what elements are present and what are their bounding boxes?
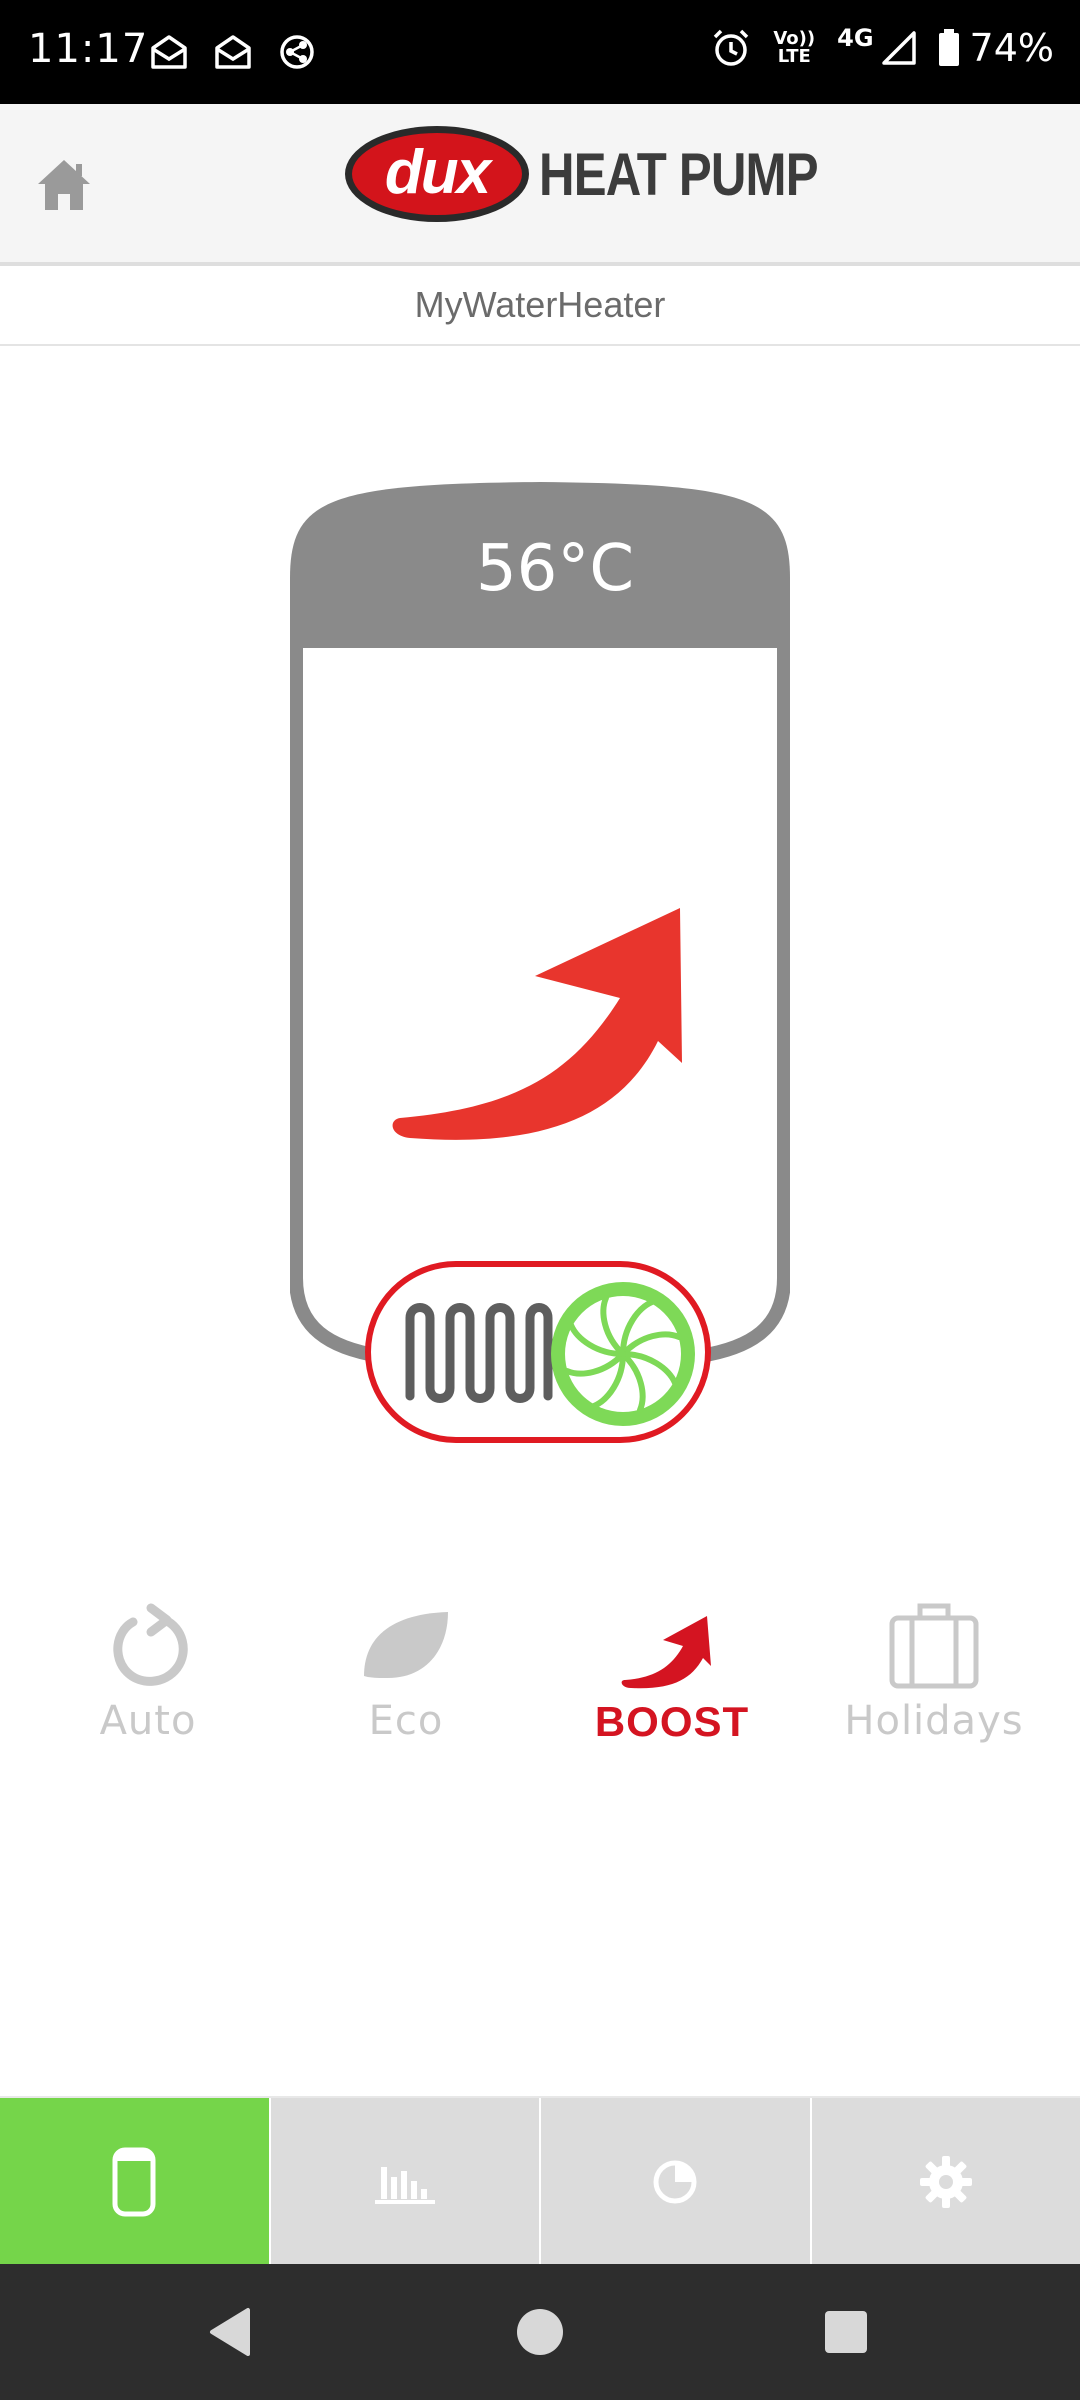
alarm-icon [714,29,749,66]
pie-chart-icon [653,2160,697,2204]
auto-refresh-icon [113,1603,188,1686]
app-title: HEAT PUMP [539,140,819,208]
status-right: Vo)) LTE 4G 74% [711,24,1054,70]
boost-arrow-icon [621,1616,711,1689]
app-header: dux HEAT PUMP [0,104,1080,266]
tab-tank[interactable] [0,2098,271,2266]
mail-open-icon [215,35,251,69]
brand-logo: dux HEAT PUMP [345,126,879,222]
home-circle-icon[interactable] [512,2304,568,2360]
device-bar: MyWaterHeater [0,266,1080,346]
share-circle-icon [280,35,314,69]
system-nav-bar [0,2264,1080,2400]
volte-indicator: Vo)) LTE [773,30,815,66]
mode-selector: Auto Eco BOOST Holidays [0,1600,1080,1800]
mode-boost-label: BOOST [594,1698,750,1745]
dux-logo: dux [345,126,529,222]
tab-statistics[interactable] [271,2098,541,2266]
recents-icon[interactable] [818,2304,874,2360]
battery-percent: 74% [969,26,1054,70]
tank-graphic [290,482,790,1443]
network-type: 4G [837,24,874,52]
boost-arrow-icon [392,908,682,1140]
signal-icon [881,31,916,65]
battery-icon [938,29,959,66]
tank-icon [112,2147,156,2217]
mode-eco-button[interactable]: Eco [296,1600,516,1800]
device-name: MyWaterHeater [414,284,666,325]
status-bar: 11:17 Vo)) LTE 4G 74% [0,0,1080,104]
water-tank: 56°C [290,478,790,1478]
gear-icon [919,2156,972,2208]
mode-boost-button[interactable]: BOOST [562,1600,782,1800]
mode-holidays-button[interactable]: Holidays [824,1600,1044,1800]
volte-bottom: LTE [777,46,811,67]
bar-chart-icon [374,2167,435,2204]
leaf-icon [364,1612,448,1678]
tank-temperature: 56°C [475,532,635,606]
tab-schedule[interactable] [541,2098,812,2266]
notification-icons [150,34,316,70]
bottom-tab-bar [0,2096,1080,2266]
mail-open-icon [151,35,187,69]
mode-auto-label: Auto [99,1698,197,1744]
back-icon[interactable] [204,2304,260,2360]
mode-eco-label: Eco [368,1698,444,1744]
tab-settings[interactable] [812,2098,1080,2266]
mode-holidays-label: Holidays [844,1698,1024,1744]
fan-icon [551,1282,695,1426]
status-time: 11:17 [28,26,149,72]
suitcase-icon [889,1603,979,1689]
mode-auto-button[interactable]: Auto [38,1600,258,1800]
home-icon[interactable] [34,154,94,214]
dux-logo-text: dux [384,137,491,207]
